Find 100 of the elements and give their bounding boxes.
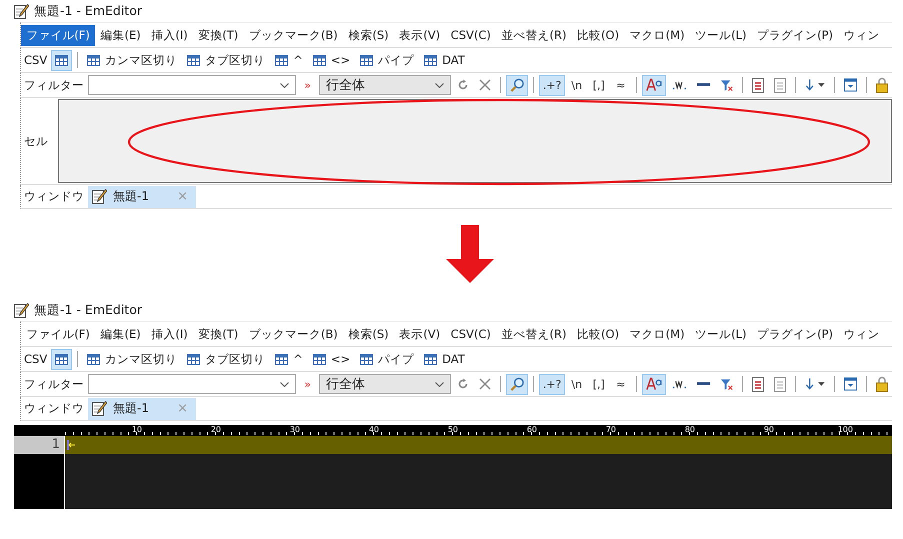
menu-item[interactable]: CSV(C) [445,324,496,344]
menu-item[interactable]: 比較(O) [572,24,624,46]
toolbar-button[interactable]: .+? [539,374,565,394]
table-icon [360,54,374,66]
table-icon [424,354,438,364]
csv-format-button[interactable]: タブ区切り [183,50,270,70]
menu-item[interactable]: CSV(C) [445,24,496,46]
menu-item[interactable]: マクロ(M) [624,324,690,344]
notepad-icon [14,302,29,318]
table-icon [424,54,438,66]
ruler-label: 80 [684,425,696,435]
table-icon [275,354,288,364]
chevron-down-icon [434,382,444,386]
window-bar-label: ウィンドウ [24,189,84,204]
ruler-label: 60 [526,425,538,435]
csv-format-button[interactable]: ^ [271,50,307,70]
chevron-down-icon [280,82,290,88]
scope-combobox[interactable]: 行全体 [318,75,451,95]
search-icon [510,376,524,392]
menu-item[interactable]: プラグイン(P) [752,24,838,46]
ruler-label: 10 [130,425,143,435]
menu-item[interactable]: 挿入(I) [146,324,193,344]
toolbar-button[interactable]: \n [566,74,587,96]
marker-glyph: » [304,378,311,390]
menu-item[interactable]: ファイル(F) [21,324,96,344]
refresh-icon [456,79,469,91]
lock-icon [876,77,888,93]
menu-item[interactable]: 編集(E) [95,324,146,344]
notepad-icon [92,189,107,204]
document-tab[interactable]: 無題-1 × [88,186,196,208]
editor-pane[interactable]: 10 20 30 40 50 60 70 80 90 100 1 [14,425,892,509]
document-tab[interactable]: 無題-1 × [88,398,196,420]
close-icon [478,378,491,390]
csv-format-button[interactable]: <> [308,50,354,70]
ruler-label: 90 [762,425,775,435]
menu-item[interactable]: ツール(L) [690,324,752,344]
menu-item[interactable]: 並べ替え(R) [496,324,572,344]
toolbar-button[interactable]: ≈ [610,74,631,96]
csv-format-button[interactable]: パイプ [356,50,418,70]
window-bar-label: ウィンドウ [24,401,84,416]
menu-item[interactable]: ウィン [838,324,885,344]
menu-item[interactable]: 編集(E) [95,24,146,46]
document-icon [774,376,786,392]
grid-toggle-button[interactable] [51,348,72,370]
ruler-label: 40 [368,425,380,435]
csv-format-button[interactable]: パイプ [356,348,418,370]
document-icon [774,78,786,92]
csv-format-button[interactable]: タブ区切り [183,348,270,370]
lock-icon [876,376,888,392]
csv-format-button[interactable]: ^ [271,348,307,370]
menu-item[interactable]: 表示(V) [394,24,446,46]
window-title: 無題-1 - EmEditor [34,2,142,20]
menu-item[interactable]: ブックマーク(B) [244,24,344,46]
refresh-icon [456,378,469,390]
scope-combobox[interactable]: 行全体 [318,374,451,394]
menu-item[interactable]: 検索(S) [343,324,394,344]
menu-item[interactable]: 並べ替え(R) [496,24,572,46]
down-arrow-dropdown-icon [804,79,826,91]
csv-format-button[interactable]: カンマ区切り [83,50,182,70]
table-icon [55,354,68,364]
menu-item[interactable]: 変換(T) [193,24,244,46]
menu-item[interactable]: ファイル(F) [21,24,96,46]
document-icon [752,78,764,92]
cell-label: セル [24,134,48,148]
table-icon [312,354,326,364]
line-number: 1 [14,436,65,454]
filter-label: フィルター [24,376,84,392]
toolbar-button[interactable]: [,] [588,374,609,394]
toolbar-button[interactable]: \n [566,374,587,394]
toolbar-button[interactable]: [,] [588,74,609,96]
menu-item[interactable]: ツール(L) [690,24,752,46]
filter-icon [720,78,733,92]
menu-item[interactable]: ブックマーク(B) [244,324,344,344]
grid-toggle-button[interactable] [51,50,72,70]
csv-format-button[interactable]: DAT [420,348,469,370]
menu-item[interactable]: 表示(V) [394,324,446,344]
down-arrow-icon [446,225,494,283]
toolbar-button[interactable]: .+? [539,74,565,96]
match-case-button[interactable] [642,74,666,96]
table-icon [275,54,288,66]
csv-format-button[interactable]: DAT [420,50,469,70]
menu-item[interactable]: 変換(T) [193,324,244,344]
toolbar-button[interactable]: ≈ [610,374,631,394]
csv-format-button[interactable]: <> [308,348,354,370]
csv-bar-label: CSV [24,53,48,67]
menu-item[interactable]: 比較(O) [572,324,624,344]
filter-label: フィルター [24,78,84,92]
match-case-button[interactable] [642,374,666,394]
menu-item[interactable]: ウィン [838,24,885,46]
search-button[interactable] [506,74,528,96]
match-case-icon [646,377,662,391]
menu-item[interactable]: 検索(S) [343,24,394,46]
ruler-label: 70 [604,425,617,435]
menu-item[interactable]: 挿入(I) [146,24,193,46]
table-icon [187,354,200,364]
menu-item[interactable]: マクロ(M) [624,24,690,46]
search-button[interactable] [506,374,528,394]
window-icon [844,377,858,391]
menu-item[interactable]: プラグイン(P) [752,324,838,344]
csv-format-button[interactable]: カンマ区切り [83,348,182,370]
